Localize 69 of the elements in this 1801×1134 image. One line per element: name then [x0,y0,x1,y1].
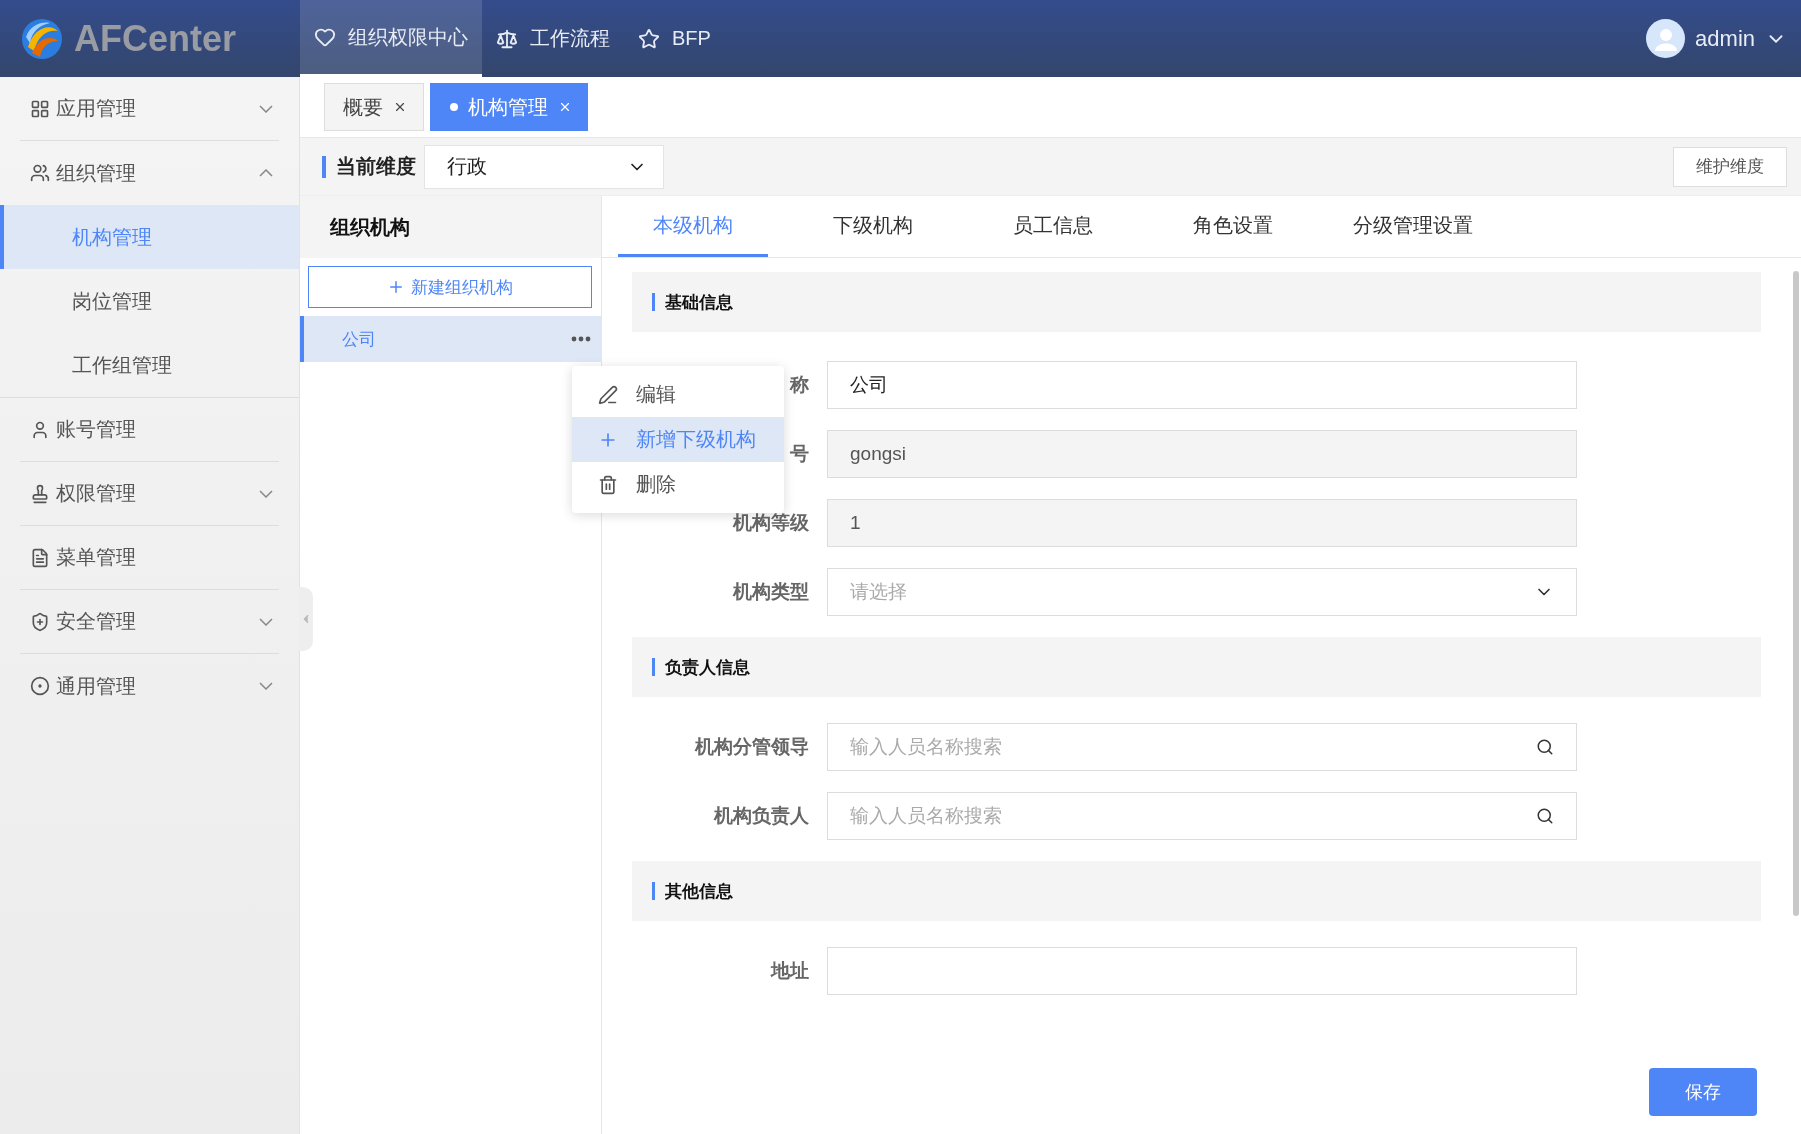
grid-icon [30,98,50,119]
new-org-button[interactable]: 新建组织机构 [308,266,592,308]
sidebar-item[interactable]: 账号管理 [20,398,279,462]
sidebar-item[interactable]: 组织管理 [20,141,279,205]
sidebar-item[interactable]: 通用管理 [20,654,279,718]
detail-tab[interactable]: 员工信息 [978,196,1128,257]
pencil-icon [598,384,618,405]
more-icon[interactable] [571,336,591,342]
text-field[interactable]: 公司 [827,361,1577,409]
field-label: 号 [790,442,809,466]
chevron-down-icon [259,104,273,113]
nav-tab[interactable]: BFP [624,0,725,77]
user-icon [30,419,50,440]
chevron-down-icon [259,489,273,498]
field-label: 地址 [771,959,809,983]
save-button[interactable]: 保存 [1649,1068,1757,1116]
scale-icon [496,27,518,50]
readonly-field: gongsi [827,430,1577,478]
section-title: 负责人信息 [665,656,750,679]
menu-item[interactable]: 删除 [572,462,784,507]
detail-tab[interactable]: 本级机构 [618,196,768,257]
text-field[interactable] [827,947,1577,995]
shield-icon [30,611,50,632]
sidebar-subitem[interactable]: 岗位管理 [0,269,299,333]
maintain-dimension-button[interactable]: 维护维度 [1673,146,1787,187]
search-icon [1536,738,1554,756]
field-label: 机构分管领导 [695,735,809,759]
dimension-select[interactable]: 行政 [424,144,664,189]
document-icon [30,547,50,568]
field-label: 机构等级 [733,511,809,535]
sidebar-item[interactable]: 应用管理 [20,77,279,141]
chevron-down-icon [259,617,273,626]
section-title: 其他信息 [665,880,733,903]
field-label: 机构负责人 [714,804,809,828]
page-tab[interactable]: 机构管理 [430,83,588,131]
stamp-icon [30,483,50,504]
page-tab[interactable]: 概要 [324,83,424,131]
nav-tab[interactable]: 工作流程 [482,0,624,77]
detail-tab[interactable]: 角色设置 [1158,196,1308,257]
dimension-label: 当前维度 [336,154,416,179]
sidebar-item[interactable]: 菜单管理 [20,526,279,590]
collapse-handle[interactable] [299,587,313,651]
nav-tab[interactable]: 组织权限中心 [300,0,482,77]
search-icon [1536,807,1554,825]
active-dot [450,103,458,111]
heart-icon [314,26,336,48]
field-label: 机构类型 [733,580,809,604]
field-label: 称 [790,373,809,397]
chevron-up-icon [259,169,273,177]
menu-item[interactable]: 编辑 [572,372,784,417]
sidebar-item[interactable]: 安全管理 [20,590,279,654]
logo-icon [20,16,64,61]
sidebar-item[interactable]: 权限管理 [20,462,279,526]
sidebar-subitem[interactable]: 工作组管理 [0,333,299,397]
star-icon [638,27,660,50]
circle-icon [30,676,50,696]
tree-title: 组织机构 [300,196,601,258]
close-icon[interactable] [393,100,407,114]
user-name[interactable]: admin [1695,25,1755,52]
section-title: 基础信息 [665,291,733,314]
users-icon [30,163,50,183]
plus-icon [387,278,405,296]
avatar-icon[interactable] [1646,19,1686,58]
detail-tab[interactable]: 分级管理设置 [1338,196,1488,257]
chevron-down-icon [259,682,273,690]
detail-tab[interactable]: 下级机构 [798,196,948,257]
app-logo-text: AFCenter [74,17,237,60]
trash-icon [598,474,618,495]
readonly-field: 1 [827,499,1577,547]
